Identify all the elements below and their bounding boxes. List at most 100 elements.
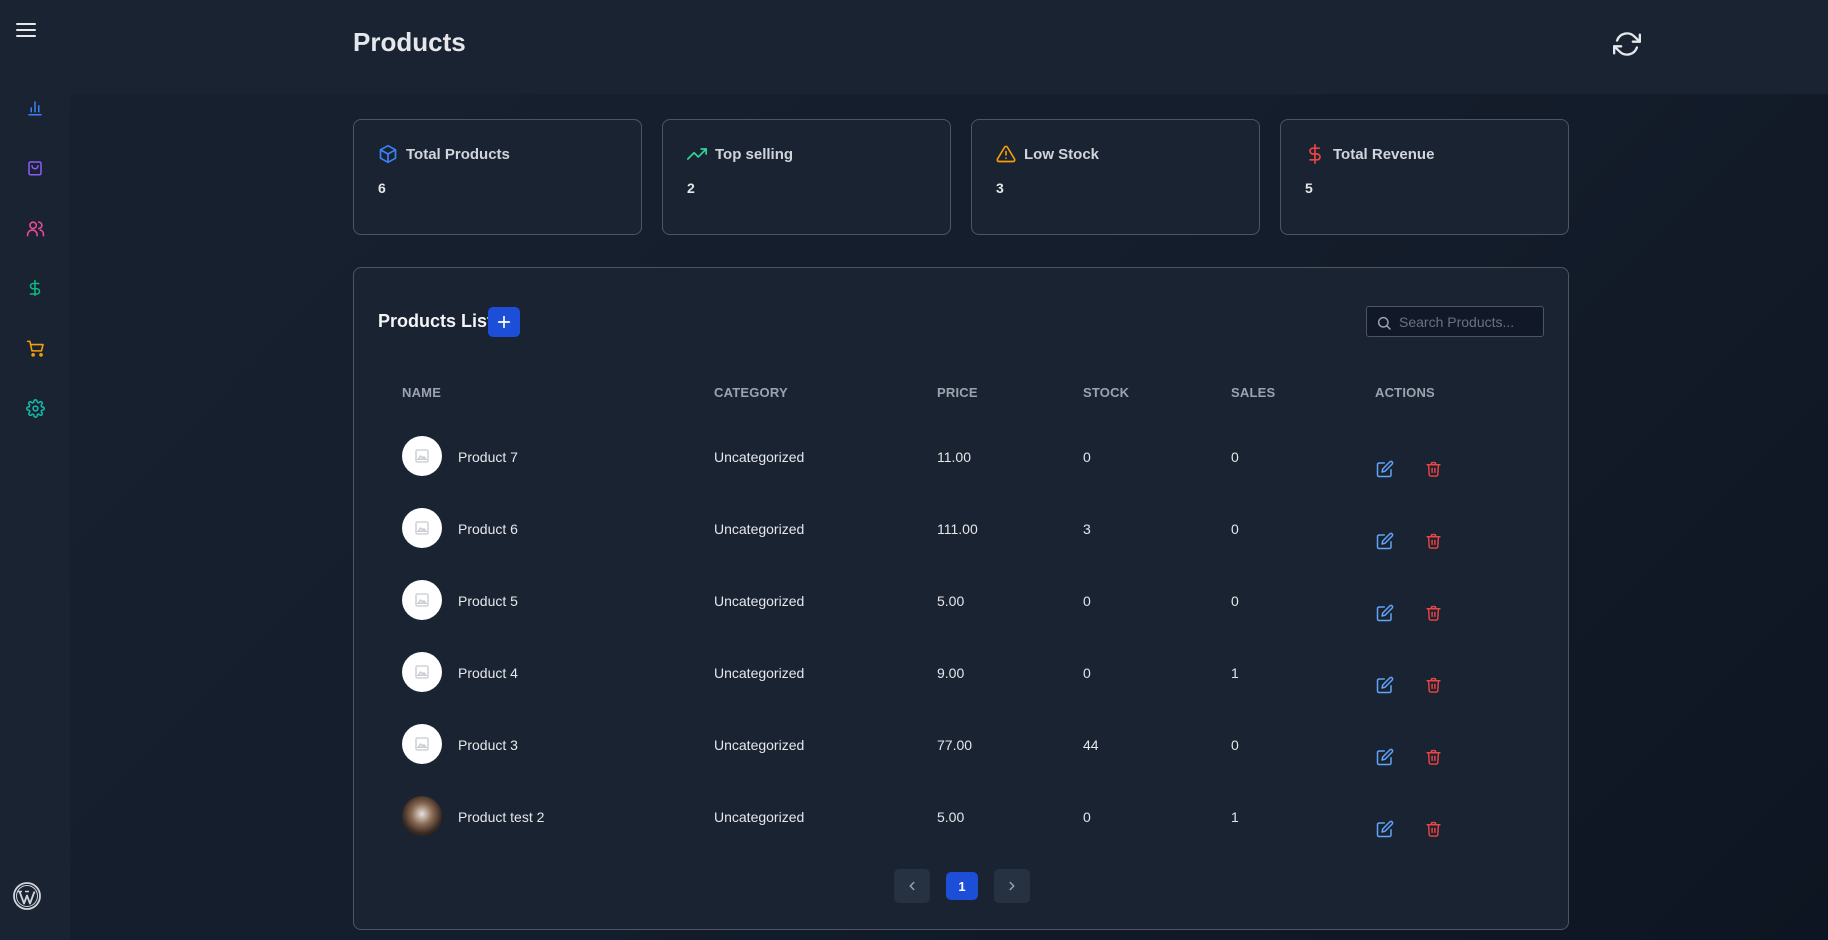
stat-title: Top selling: [715, 146, 794, 163]
shopping-bag-icon: [28, 161, 42, 176]
sidebar-item-revenue[interactable]: [0, 268, 70, 308]
product-category: Uncategorized: [714, 521, 805, 537]
delete-button[interactable]: [1422, 602, 1444, 624]
column-header-sales: SALES: [1231, 385, 1276, 400]
product-name: Product 7: [458, 449, 518, 465]
cart-icon: [26, 340, 44, 357]
trending-up-icon: [687, 148, 707, 160]
stat-card-top-selling: Top selling 2: [662, 119, 951, 235]
product-stock: 3: [1083, 521, 1091, 537]
product-category: Uncategorized: [714, 665, 805, 681]
product-price: 5.00: [937, 809, 965, 825]
column-header-actions: ACTIONS: [1375, 385, 1435, 400]
product-stock: 0: [1083, 665, 1091, 681]
search-icon: [1377, 316, 1391, 330]
stat-title: Total Products: [406, 146, 510, 163]
product-price: 5.00: [937, 593, 965, 609]
product-price: 9.00: [937, 665, 965, 681]
edit-icon: [1376, 460, 1394, 478]
image-placeholder-icon: [415, 449, 429, 463]
sidebar-item-orders[interactable]: [0, 328, 70, 368]
stat-card-total-products: Total Products 6: [353, 119, 642, 235]
product-image: [402, 724, 442, 764]
warning-icon: [996, 145, 1016, 163]
delete-button[interactable]: [1422, 458, 1444, 480]
table-row: Product 3 Uncategorized 77.00 44 0: [354, 716, 1568, 788]
edit-button[interactable]: [1374, 746, 1396, 768]
table-row: Product 7 Uncategorized 11.00 0 0: [354, 428, 1568, 500]
column-header-price: PRICE: [937, 385, 978, 400]
delete-button[interactable]: [1422, 674, 1444, 696]
top-header: Products: [70, 0, 1828, 94]
product-price: 77.00: [937, 737, 973, 753]
delete-button[interactable]: [1422, 530, 1444, 552]
product-sales: 1: [1231, 665, 1239, 681]
edit-icon: [1376, 748, 1394, 766]
product-image: [402, 796, 442, 836]
product-category: Uncategorized: [714, 809, 805, 825]
product-name: Product test 2: [458, 809, 545, 825]
stat-card-low-stock: Low Stock 3: [971, 119, 1260, 235]
column-header-stock: STOCK: [1083, 385, 1130, 400]
image-placeholder-icon: [415, 665, 429, 679]
sidebar: [0, 0, 70, 940]
trash-icon: [1425, 677, 1441, 693]
product-price: 111.00: [937, 521, 978, 537]
edit-button[interactable]: [1374, 674, 1396, 696]
table-row: Product 6 Uncategorized 111.00 3 0: [354, 500, 1568, 572]
edit-button[interactable]: [1374, 818, 1396, 840]
plus-icon: [497, 315, 511, 329]
edit-button[interactable]: [1374, 530, 1396, 552]
delete-button[interactable]: [1422, 746, 1444, 768]
pagination-prev-button[interactable]: [894, 869, 930, 903]
stat-title: Total Revenue: [1333, 146, 1435, 163]
product-image: [402, 652, 442, 692]
product-name: Product 5: [458, 593, 518, 609]
hamburger-menu-icon[interactable]: [14, 18, 38, 42]
dollar-icon: [29, 279, 41, 297]
products-list-card: Products List NAME CATEGORY PRICE STOCK …: [353, 267, 1569, 930]
product-sales: 0: [1231, 449, 1239, 465]
refresh-icon[interactable]: [1613, 30, 1641, 58]
page-title: Products: [353, 27, 466, 57]
column-header-name: NAME: [402, 385, 442, 400]
image-placeholder-icon: [415, 737, 429, 751]
edit-button[interactable]: [1374, 458, 1396, 480]
image-placeholder-icon: [415, 593, 429, 607]
edit-icon: [1376, 820, 1394, 838]
edit-icon: [1376, 604, 1394, 622]
product-stock: 0: [1083, 809, 1091, 825]
product-sales: 1: [1231, 809, 1239, 825]
chevron-left-icon: [909, 881, 915, 891]
stat-title: Low Stock: [1024, 146, 1100, 163]
product-stock: 0: [1083, 449, 1091, 465]
pagination-next-button[interactable]: [994, 869, 1030, 903]
image-placeholder-icon: [415, 521, 429, 535]
sidebar-item-customers[interactable]: [0, 208, 70, 248]
stat-value: 6: [378, 180, 386, 196]
product-sales: 0: [1231, 593, 1239, 609]
bar-chart-icon: [28, 101, 42, 116]
edit-icon: [1376, 676, 1394, 694]
table-row: Product test 2 Uncategorized 5.00 0 1: [354, 788, 1568, 860]
pagination-page-1[interactable]: 1: [946, 872, 978, 900]
product-stock: 44: [1083, 737, 1099, 753]
column-header-category: CATEGORY: [714, 385, 788, 400]
sidebar-item-analytics[interactable]: [0, 88, 70, 128]
table-row: Product 5 Uncategorized 5.00 0 0: [354, 572, 1568, 644]
product-image: [402, 508, 442, 548]
stat-value: 3: [996, 180, 1004, 196]
wordpress-logo-icon[interactable]: [12, 881, 42, 911]
delete-button[interactable]: [1422, 818, 1444, 840]
table-row: Product 4 Uncategorized 9.00 0 1: [354, 644, 1568, 716]
trash-icon: [1425, 749, 1441, 765]
edit-button[interactable]: [1374, 602, 1396, 624]
search-input[interactable]: [1399, 307, 1539, 336]
trash-icon: [1425, 821, 1441, 837]
sidebar-item-settings[interactable]: [0, 388, 70, 428]
product-category: Uncategorized: [714, 737, 805, 753]
add-product-button[interactable]: [488, 307, 520, 337]
product-name: Product 3: [458, 737, 518, 753]
sidebar-item-products[interactable]: [0, 148, 70, 188]
trash-icon: [1425, 533, 1441, 549]
